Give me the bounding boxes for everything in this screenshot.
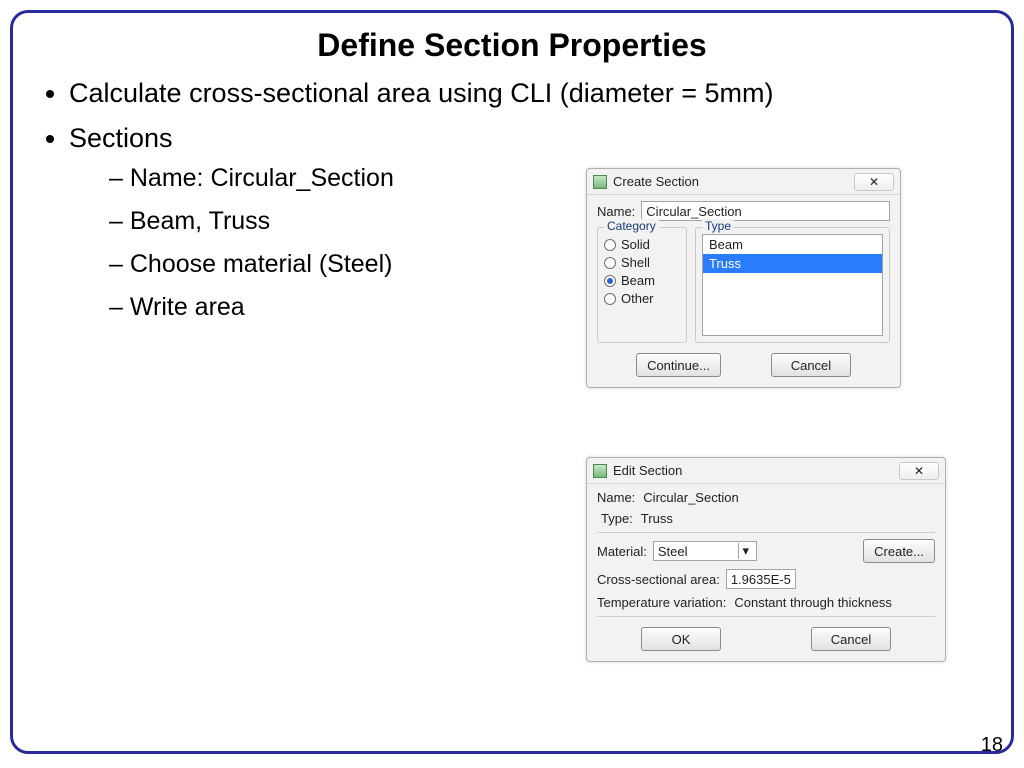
- cancel-button[interactable]: Cancel: [811, 627, 891, 651]
- close-icon[interactable]: ✕: [854, 173, 894, 191]
- bullet-1: Calculate cross-sectional area using CLI…: [69, 78, 1011, 109]
- temp-value: Constant through thickness: [732, 595, 892, 610]
- bullet-2-text: Sections: [69, 123, 173, 153]
- radio-beam-label: Beam: [621, 273, 655, 288]
- name-label: Name:: [597, 204, 635, 219]
- material-value: Steel: [658, 544, 739, 559]
- create-material-button[interactable]: Create...: [863, 539, 935, 563]
- continue-button[interactable]: Continue...: [636, 353, 721, 377]
- name-label: Name:: [597, 490, 635, 505]
- ok-button[interactable]: OK: [641, 627, 721, 651]
- type-listbox[interactable]: Beam Truss: [702, 234, 883, 336]
- radio-solid-label: Solid: [621, 237, 650, 252]
- dialog-title: Edit Section: [613, 463, 899, 478]
- csa-label: Cross-sectional area:: [597, 572, 720, 587]
- material-label: Material:: [597, 544, 647, 559]
- category-legend: Category: [604, 219, 659, 233]
- material-select[interactable]: Steel ▾: [653, 541, 757, 561]
- create-section-dialog: Create Section ✕ Name: Circular_Section …: [586, 168, 901, 388]
- csa-input[interactable]: 1.9635E-5: [726, 569, 796, 589]
- page-number: 18: [981, 734, 1003, 757]
- slide-title: Define Section Properties: [13, 27, 1011, 64]
- type-legend: Type: [702, 219, 734, 233]
- type-value: Truss: [639, 511, 673, 526]
- temp-label: Temperature variation:: [597, 595, 726, 610]
- app-icon: [593, 175, 607, 189]
- cancel-button[interactable]: Cancel: [771, 353, 851, 377]
- type-fieldset: Type Beam Truss: [695, 227, 890, 343]
- radio-other[interactable]: Other: [604, 291, 680, 306]
- radio-solid[interactable]: Solid: [604, 237, 680, 252]
- name-input[interactable]: Circular_Section: [641, 201, 890, 221]
- chevron-down-icon[interactable]: ▾: [738, 543, 752, 559]
- type-label: Type:: [601, 511, 633, 526]
- dialog-titlebar[interactable]: Edit Section ✕: [587, 458, 945, 484]
- category-fieldset: Category Solid Shell Beam Other: [597, 227, 687, 343]
- edit-section-dialog: Edit Section ✕ Name: Circular_Section Ty…: [586, 457, 946, 662]
- radio-beam[interactable]: Beam: [604, 273, 680, 288]
- dialog-titlebar[interactable]: Create Section ✕: [587, 169, 900, 195]
- radio-shell[interactable]: Shell: [604, 255, 680, 270]
- type-item-beam[interactable]: Beam: [703, 235, 882, 254]
- name-value: Circular_Section: [641, 490, 738, 505]
- dialog-title: Create Section: [613, 174, 854, 189]
- type-item-truss[interactable]: Truss: [703, 254, 882, 273]
- radio-shell-label: Shell: [621, 255, 650, 270]
- slide-frame: Define Section Properties Calculate cros…: [10, 10, 1014, 754]
- close-icon[interactable]: ✕: [899, 462, 939, 480]
- radio-other-label: Other: [621, 291, 654, 306]
- app-icon: [593, 464, 607, 478]
